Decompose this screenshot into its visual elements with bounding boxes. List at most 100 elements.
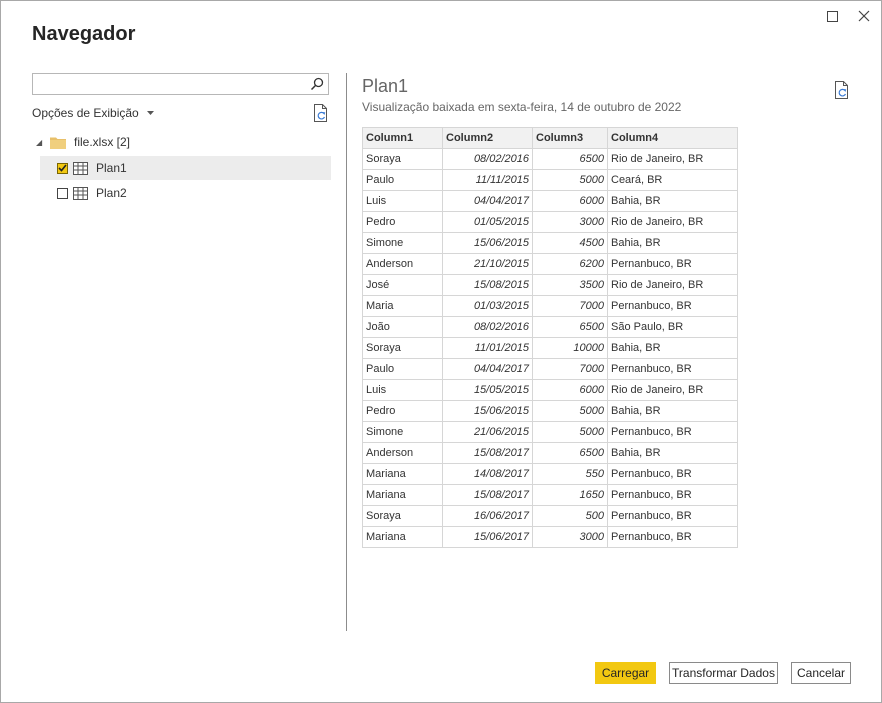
view-options-label: Opções de Exibição <box>32 106 139 120</box>
table-cell: Paulo <box>362 169 443 191</box>
table-row: Mariana 15/08/2017 1650 Pernanbuco, BR <box>362 484 738 506</box>
table-row: Soraya 11/01/2015 10000 Bahia, BR <box>362 337 738 359</box>
table-cell: Paulo <box>362 358 443 380</box>
table-cell: Pedro <box>362 400 443 422</box>
table-row: Anderson 15/08/2017 6500 Bahia, BR <box>362 442 738 464</box>
table-cell: 7000 <box>532 295 608 317</box>
folder-icon <box>50 137 66 149</box>
table-cell: 6000 <box>532 190 608 212</box>
table-icon <box>73 161 88 175</box>
cancel-button[interactable]: Cancelar <box>791 662 851 684</box>
maximize-button[interactable] <box>823 7 841 25</box>
table-row: Mariana 15/06/2017 3000 Pernanbuco, BR <box>362 526 738 548</box>
table-row: Luis 04/04/2017 6000 Bahia, BR <box>362 190 738 212</box>
checkbox-plan2[interactable] <box>57 187 68 199</box>
table-body: Soraya 08/02/2016 6500 Rio de Janeiro, BR Pa… <box>362 148 738 548</box>
table-cell: 10000 <box>532 337 608 359</box>
table-cell: 15/08/2017 <box>442 484 533 506</box>
table-cell: Bahia, BR <box>607 232 738 254</box>
refresh-button-left[interactable] <box>313 104 329 127</box>
checkmark-icon <box>58 164 67 172</box>
table-cell: Pedro <box>362 211 443 233</box>
tree-item-plan2[interactable]: Plan2 <box>40 181 331 205</box>
table-cell: Luis <box>362 379 443 401</box>
table-cell: Rio de Janeiro, BR <box>607 148 738 170</box>
table-cell: 15/05/2015 <box>442 379 533 401</box>
checkbox-plan1[interactable] <box>57 162 68 174</box>
table-cell: Soraya <box>362 337 443 359</box>
close-button[interactable] <box>855 7 873 25</box>
column-header[interactable]: Column3 <box>532 127 608 149</box>
column-header[interactable]: Column1 <box>362 127 443 149</box>
table-cell: 5000 <box>532 169 608 191</box>
table-cell: 15/08/2017 <box>442 442 533 464</box>
table-cell: 1650 <box>532 484 608 506</box>
table-cell: 01/05/2015 <box>442 211 533 233</box>
pane-divider[interactable] <box>346 73 347 631</box>
tree-item-label: Plan2 <box>96 186 127 200</box>
table-cell: Bahia, BR <box>607 337 738 359</box>
table-row: João 08/02/2016 6500 São Paulo, BR <box>362 316 738 338</box>
table-row: Simone 15/06/2015 4500 Bahia, BR <box>362 232 738 254</box>
table-cell: Anderson <box>362 253 443 275</box>
table-row: José 15/08/2015 3500 Rio de Janeiro, BR <box>362 274 738 296</box>
table-cell: Mariana <box>362 484 443 506</box>
table-cell: 11/11/2015 <box>442 169 533 191</box>
expand-arrow-icon[interactable]: ◢ <box>36 138 48 147</box>
table-cell: José <box>362 274 443 296</box>
table-cell: Soraya <box>362 148 443 170</box>
table-cell: Soraya <box>362 505 443 527</box>
table-cell: Mariana <box>362 526 443 548</box>
table-row: Paulo 11/11/2015 5000 Ceará, BR <box>362 169 738 191</box>
refresh-document-icon <box>835 81 848 99</box>
table-cell: Simone <box>362 232 443 254</box>
table-cell: Rio de Janeiro, BR <box>607 211 738 233</box>
column-header[interactable]: Column2 <box>442 127 533 149</box>
table-icon <box>73 186 88 200</box>
table-cell: 01/03/2015 <box>442 295 533 317</box>
table-cell: Pernanbuco, BR <box>607 526 738 548</box>
search-box[interactable] <box>32 73 329 95</box>
table-cell: 11/01/2015 <box>442 337 533 359</box>
load-button[interactable]: Carregar <box>595 662 656 684</box>
table-cell: 04/04/2017 <box>442 358 533 380</box>
table-cell: 04/04/2017 <box>442 190 533 212</box>
table-cell: 3000 <box>532 211 608 233</box>
table-cell: 14/08/2017 <box>442 463 533 485</box>
preview-table: Column1 Column2 Column3 Column4 Soraya 08… <box>362 127 738 548</box>
navigator-dialog: Navegador Opções de Exibição ◢ file.xlsx… <box>0 0 882 703</box>
tree-file-label: file.xlsx [2] <box>74 135 131 149</box>
table-cell: Pernanbuco, BR <box>607 505 738 527</box>
table-cell: Rio de Janeiro, BR <box>607 379 738 401</box>
search-icon[interactable] <box>310 77 324 96</box>
view-options-dropdown[interactable]: Opções de Exibição <box>32 106 154 120</box>
dialog-title: Navegador <box>32 23 136 45</box>
table-cell: Bahia, BR <box>607 190 738 212</box>
table-cell: 15/06/2015 <box>442 232 533 254</box>
tree-file-node[interactable]: ◢ file.xlsx [2] <box>36 135 130 149</box>
table-cell: Luis <box>362 190 443 212</box>
table-cell: Ceará, BR <box>607 169 738 191</box>
table-cell: 500 <box>532 505 608 527</box>
search-input[interactable] <box>37 75 311 95</box>
table-row: Luis 15/05/2015 6000 Rio de Janeiro, BR <box>362 379 738 401</box>
tree-item-label: Plan1 <box>96 161 127 175</box>
table-cell: 5000 <box>532 400 608 422</box>
table-row: Simone 21/06/2015 5000 Pernanbuco, BR <box>362 421 738 443</box>
table-cell: 4500 <box>532 232 608 254</box>
transform-data-button[interactable]: Transformar Dados <box>669 662 778 684</box>
table-cell: Pernanbuco, BR <box>607 253 738 275</box>
preview-subtitle: Visualização baixada em sexta-feira, 14 … <box>362 100 682 114</box>
caret-down-icon <box>146 110 154 115</box>
refresh-document-icon <box>314 104 327 122</box>
table-cell: 3000 <box>532 526 608 548</box>
table-cell: Bahia, BR <box>607 400 738 422</box>
table-cell: Maria <box>362 295 443 317</box>
table-cell: Pernanbuco, BR <box>607 358 738 380</box>
tree-item-plan1[interactable]: Plan1 <box>40 156 331 180</box>
column-header[interactable]: Column4 <box>607 127 738 149</box>
table-row: Pedro 15/06/2015 5000 Bahia, BR <box>362 400 738 422</box>
table-cell: 21/06/2015 <box>442 421 533 443</box>
refresh-preview-button[interactable] <box>834 81 850 104</box>
table-header-row: Column1 Column2 Column3 Column4 <box>362 127 738 149</box>
